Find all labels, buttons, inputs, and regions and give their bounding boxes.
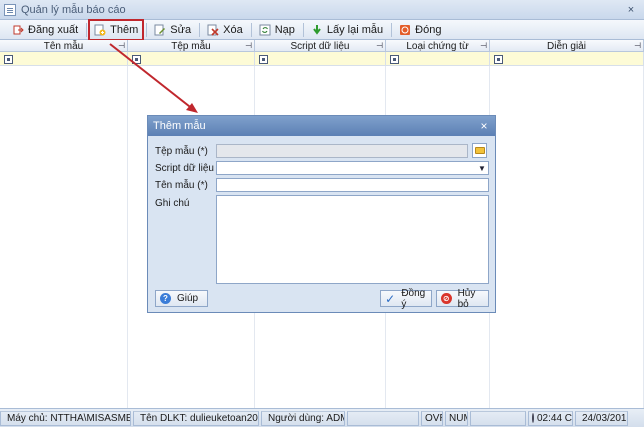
reload-icon: [259, 24, 271, 36]
reload-label: Nạp: [274, 23, 295, 36]
logout-icon: [12, 24, 24, 36]
edit-label: Sửa: [170, 23, 192, 36]
file-label: Tệp mẫu (*): [155, 146, 208, 157]
pin-icon[interactable]: ⊣: [118, 41, 125, 50]
grid-header: Tên mẫu ⊣ Tệp mẫu ⊣ Script dữ liệu ⊣ Loại c…: [0, 40, 644, 52]
delete-button[interactable]: Xóa: [203, 21, 247, 39]
column-header-template-file[interactable]: Tệp mẫu ⊣: [128, 40, 255, 52]
clock-icon: [532, 413, 534, 423]
pin-icon[interactable]: ⊣: [376, 41, 383, 50]
filter-row: [0, 52, 644, 66]
toolbar-divider: [199, 22, 201, 37]
browse-button[interactable]: [472, 143, 487, 158]
status-machine: Máy chủ: NTTHA\MISASME2015: [0, 410, 131, 426]
pin-icon[interactable]: ⊣: [245, 41, 252, 50]
close-button[interactable]: Đóng: [395, 21, 445, 39]
filter-cell[interactable]: [386, 52, 490, 66]
chevron-down-icon[interactable]: ▼: [476, 162, 488, 174]
status-time: 02:44 CH: [528, 410, 573, 426]
column-header-description[interactable]: Diễn giải ⊣: [490, 40, 644, 52]
add-button[interactable]: Thêm: [88, 18, 145, 41]
name-label: Tên mẫu (*): [155, 180, 208, 191]
add-template-dialog: Thêm mẫu × Tệp mẫu (*) Script dữ liệu (*…: [147, 115, 496, 313]
help-button[interactable]: ? Giúp: [155, 290, 208, 307]
check-icon: ✓: [385, 291, 396, 306]
add-label: Thêm: [110, 23, 139, 36]
toolbar: Đăng xuất Thêm Sửa Xóa Nạp Lấy lại mẫu Đ…: [0, 18, 644, 41]
delete-label: Xóa: [223, 23, 243, 36]
filter-icon[interactable]: [132, 54, 141, 64]
filter-icon[interactable]: [494, 54, 503, 64]
toolbar-divider: [146, 22, 148, 37]
toolbar-divider: [302, 22, 304, 37]
edit-icon: [154, 24, 166, 36]
reload-button[interactable]: Nạp: [255, 21, 299, 39]
filter-cell[interactable]: [490, 52, 644, 66]
ok-button[interactable]: ✓ Đồng ý: [380, 288, 432, 310]
cancel-icon: ⊘: [441, 293, 452, 304]
toolbar-divider: [250, 22, 252, 37]
cancel-button[interactable]: ⊘ Hủy bỏ: [436, 288, 489, 310]
dialog-close-icon[interactable]: ×: [478, 119, 490, 133]
status-database: Tên DLKT: dulieuketoan2015_2: [133, 410, 259, 426]
template-file-input[interactable]: [216, 144, 468, 158]
toolbar-divider: [86, 22, 88, 37]
download-icon: [311, 24, 323, 36]
filter-cell[interactable]: [128, 52, 255, 66]
dialog-title: Thêm mẫu: [153, 120, 206, 132]
add-icon: [94, 24, 106, 36]
status-date: 24/03/2015: [575, 410, 628, 426]
logout-button[interactable]: Đăng xuất: [8, 21, 82, 39]
edit-button[interactable]: Sửa: [150, 21, 195, 39]
logout-label: Đăng xuất: [28, 23, 79, 36]
filter-icon[interactable]: [259, 54, 268, 64]
get-template-button[interactable]: Lấy lại mẫu: [307, 21, 387, 39]
filter-icon[interactable]: [390, 54, 399, 64]
folder-icon: [474, 147, 485, 154]
delete-icon: [207, 24, 219, 36]
status-ovr: OVR: [421, 410, 443, 426]
filter-cell[interactable]: [0, 52, 128, 66]
window-titlebar: Quản lý mẫu báo cáo ×: [0, 0, 644, 20]
close-label: Đóng: [415, 23, 442, 36]
pin-icon[interactable]: ⊣: [480, 41, 487, 50]
notes-textarea[interactable]: [216, 195, 489, 284]
filter-cell[interactable]: [255, 52, 386, 66]
column-header-template-name[interactable]: Tên mẫu ⊣: [0, 40, 128, 52]
dialog-titlebar: Thêm mẫu ×: [148, 116, 495, 136]
window-close-icon[interactable]: ×: [624, 3, 638, 17]
pin-icon[interactable]: ⊣: [634, 41, 641, 50]
status-empty: [347, 410, 419, 426]
notes-label: Ghi chú: [155, 198, 190, 209]
data-script-select[interactable]: ▼: [216, 161, 489, 175]
status-bar: Máy chủ: NTTHA\MISASME2015 Tên DLKT: dul…: [0, 408, 644, 427]
window-title: Quản lý mẫu báo cáo: [21, 3, 126, 16]
help-icon: ?: [160, 293, 171, 304]
toolbar-divider: [391, 22, 393, 37]
status-user: Người dùng: ADMIN: [261, 410, 345, 426]
filter-icon[interactable]: [4, 54, 13, 64]
close-icon: [399, 24, 411, 36]
report-icon: [4, 3, 16, 16]
column-header-data-script[interactable]: Script dữ liệu ⊣: [255, 40, 386, 52]
column-header-voucher-type[interactable]: Loại chứng từ ⊣: [386, 40, 490, 52]
template-name-input[interactable]: [216, 178, 489, 192]
get-template-label: Lấy lại mẫu: [326, 23, 384, 36]
status-empty: [470, 410, 526, 426]
status-num: NUM: [445, 410, 468, 426]
